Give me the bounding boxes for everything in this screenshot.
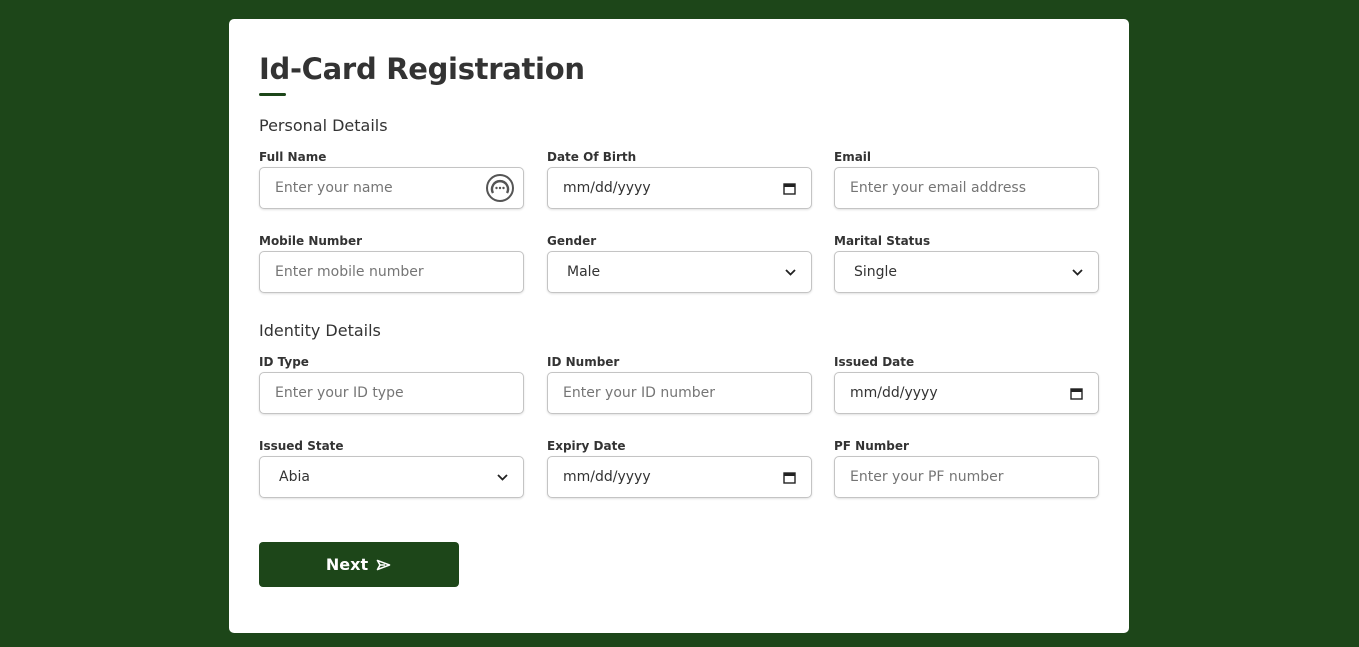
full-name-field: Full Name: [259, 149, 524, 209]
mobile-label: Mobile Number: [259, 234, 363, 248]
calendar-icon[interactable]: [782, 470, 796, 484]
id-type-field: ID Type: [259, 354, 524, 414]
issued-date-field: Issued Date mm/dd/yyyy: [834, 354, 1099, 414]
marital-status-field: Marital Status Single: [834, 233, 1099, 293]
pf-number-input-box[interactable]: [834, 456, 1099, 498]
dob-value: mm/dd/yyyy: [563, 180, 651, 196]
calendar-icon[interactable]: [1069, 386, 1083, 400]
marital-status-select[interactable]: Single: [834, 251, 1099, 293]
issued-state-field: Issued State Abia: [259, 438, 524, 498]
id-type-input[interactable]: [275, 373, 508, 413]
send-arrow-icon: [376, 558, 392, 572]
id-number-label: ID Number: [547, 355, 620, 369]
issued-date-value: mm/dd/yyyy: [850, 385, 938, 401]
id-number-input[interactable]: [563, 373, 796, 413]
registration-card: Id-Card Registration Personal Details Fu…: [229, 19, 1129, 633]
expiry-date-input[interactable]: mm/dd/yyyy: [547, 456, 812, 498]
title-underline: [259, 93, 286, 96]
issued-state-label: Issued State: [259, 439, 344, 453]
issued-state-value: Abia: [279, 469, 310, 485]
dob-input[interactable]: mm/dd/yyyy: [547, 167, 812, 209]
email-field: Email: [834, 149, 1099, 209]
marital-status-label: Marital Status: [834, 234, 931, 248]
page-title: Id-Card Registration: [259, 52, 585, 86]
next-button[interactable]: Next: [259, 542, 459, 587]
issued-date-label: Issued Date: [834, 355, 915, 369]
personal-details-heading: Personal Details: [259, 116, 388, 135]
calendar-icon[interactable]: [782, 181, 796, 195]
mobile-input-box[interactable]: [259, 251, 524, 293]
expiry-date-field: Expiry Date mm/dd/yyyy: [547, 438, 812, 498]
gender-field: Gender Male: [547, 233, 812, 293]
expiry-date-value: mm/dd/yyyy: [563, 469, 651, 485]
dob-field: Date Of Birth mm/dd/yyyy: [547, 149, 812, 209]
gender-value: Male: [567, 264, 601, 280]
pf-number-input[interactable]: [850, 457, 1083, 497]
full-name-input-box[interactable]: [259, 167, 524, 209]
expiry-date-label: Expiry Date: [547, 439, 626, 453]
id-type-label: ID Type: [259, 355, 309, 369]
id-number-input-box[interactable]: [547, 372, 812, 414]
marital-status-value: Single: [854, 264, 898, 280]
identity-details-heading: Identity Details: [259, 321, 381, 340]
full-name-input[interactable]: [275, 168, 508, 208]
mobile-field: Mobile Number: [259, 233, 524, 293]
full-name-label: Full Name: [259, 150, 327, 164]
email-input[interactable]: [850, 168, 1083, 208]
email-label: Email: [834, 150, 872, 164]
id-number-field: ID Number: [547, 354, 812, 414]
gender-label: Gender: [547, 234, 597, 248]
next-button-label: Next: [325, 555, 369, 574]
mobile-input[interactable]: [275, 252, 508, 292]
email-input-box[interactable]: [834, 167, 1099, 209]
password-manager-icon[interactable]: [485, 173, 515, 203]
dob-label: Date Of Birth: [547, 150, 637, 164]
id-type-input-box[interactable]: [259, 372, 524, 414]
issued-state-select[interactable]: Abia: [259, 456, 524, 498]
chevron-down-icon: [1071, 266, 1083, 278]
issued-date-input[interactable]: mm/dd/yyyy: [834, 372, 1099, 414]
chevron-down-icon: [496, 471, 508, 483]
chevron-down-icon: [784, 266, 796, 278]
pf-number-field: PF Number: [834, 438, 1099, 498]
gender-select[interactable]: Male: [547, 251, 812, 293]
pf-number-label: PF Number: [834, 439, 909, 453]
